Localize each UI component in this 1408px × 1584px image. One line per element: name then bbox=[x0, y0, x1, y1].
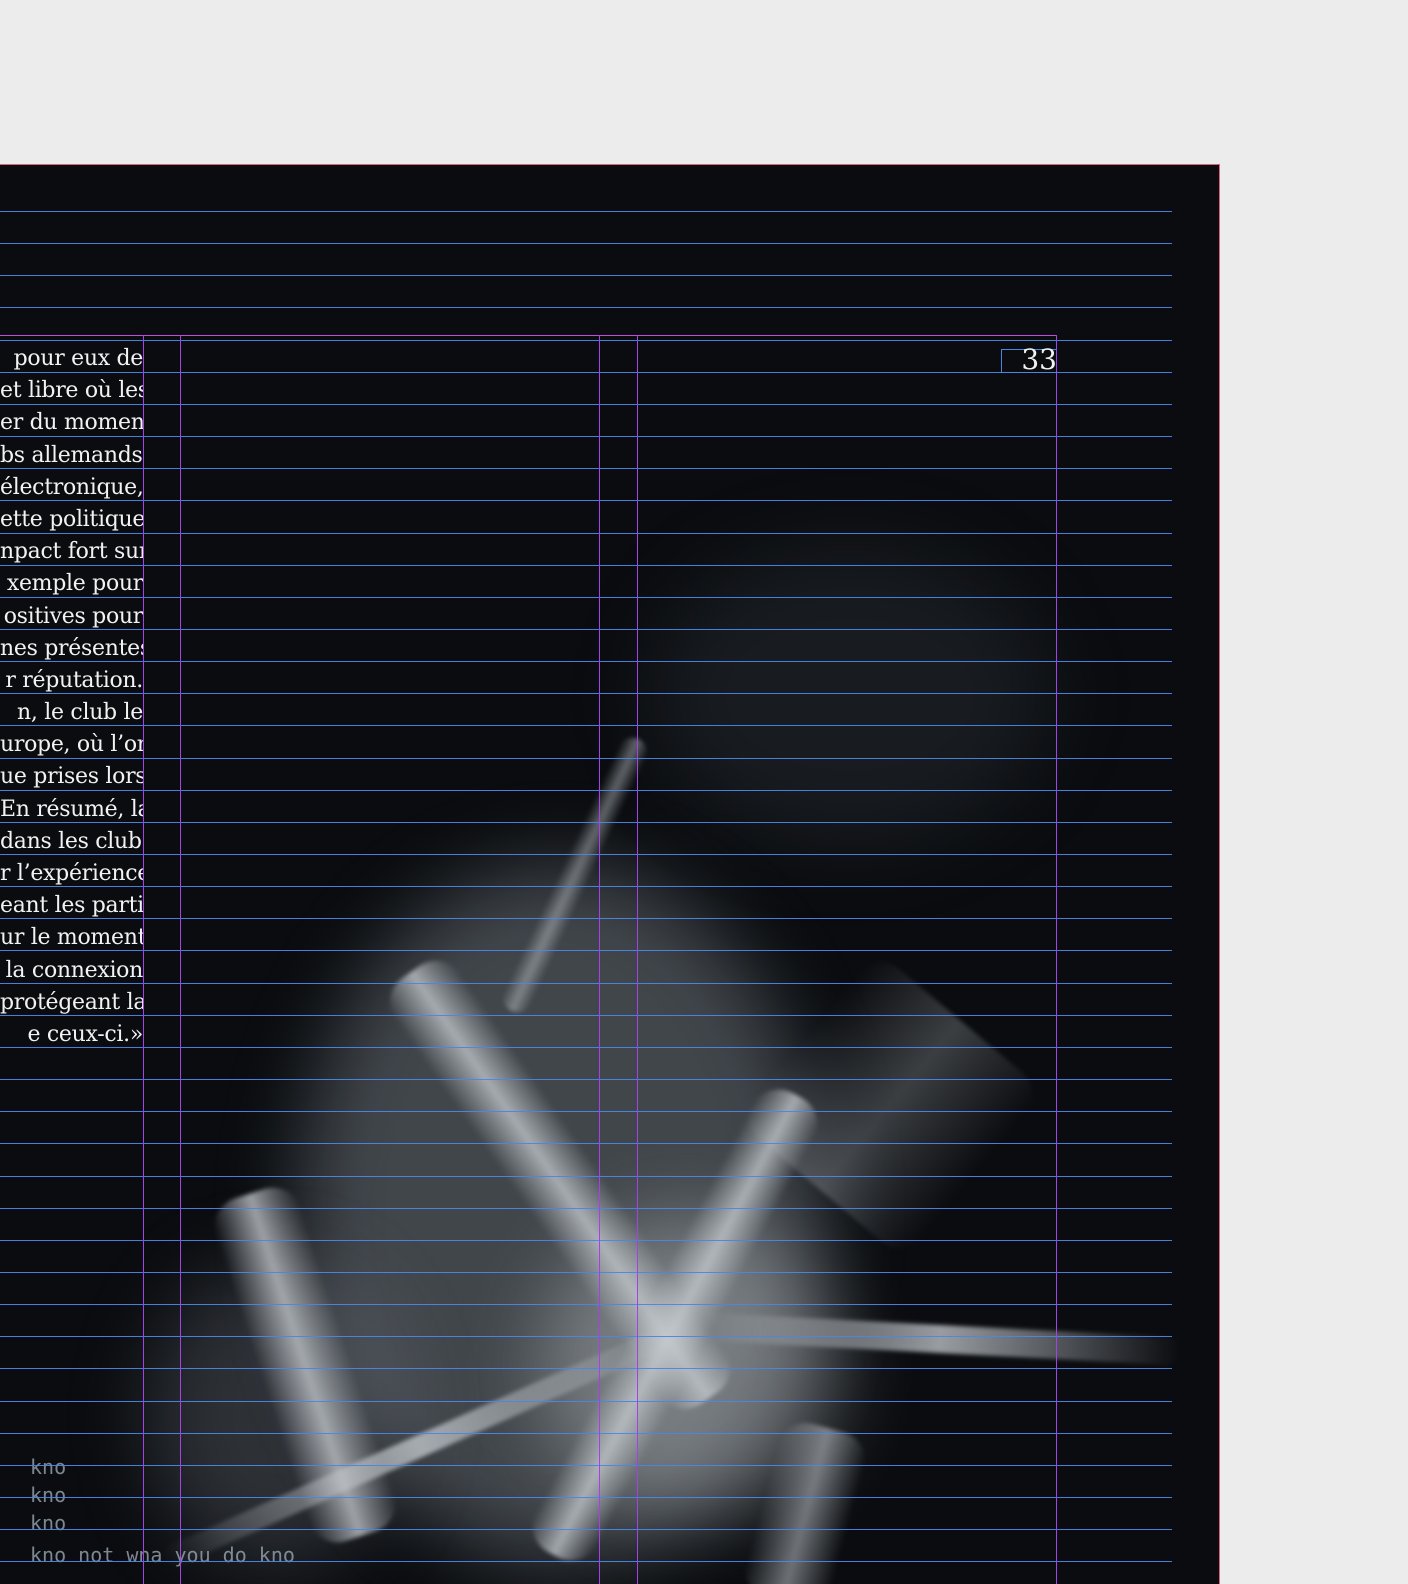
body-text-line: ue prises lors bbox=[0, 764, 143, 790]
baseline-grid-line bbox=[0, 918, 1172, 919]
body-text-line: bs allemands, bbox=[0, 442, 143, 468]
page-number-frame: 33 bbox=[1001, 344, 1057, 376]
baseline-grid-line bbox=[0, 1304, 1172, 1305]
baseline-grid-line bbox=[0, 211, 1172, 212]
baseline-grid-line bbox=[0, 1433, 1172, 1434]
body-text-line: ur le moment bbox=[0, 925, 143, 951]
baseline-grid-line bbox=[0, 275, 1172, 276]
baseline-grid-line bbox=[0, 404, 1172, 405]
baseline-grid-line bbox=[0, 1561, 1172, 1562]
baseline-grid-line bbox=[0, 758, 1172, 759]
baseline-grid-line bbox=[0, 468, 1172, 469]
body-text-line: eant les parti- bbox=[0, 893, 143, 919]
baseline-grid-line bbox=[0, 243, 1172, 244]
body-text-line: protégeant la bbox=[0, 989, 143, 1015]
baseline-grid-line bbox=[0, 1047, 1172, 1048]
baseline-grid-line bbox=[0, 790, 1172, 791]
baseline-grid-line bbox=[0, 1272, 1172, 1273]
baseline-grid-line bbox=[0, 1401, 1172, 1402]
body-text-column: pour eux de et libre où les er du moment bs… bbox=[0, 343, 143, 1051]
baseline-grid-line bbox=[0, 1111, 1172, 1112]
baseline-grid-line bbox=[0, 307, 1172, 308]
body-text-line: n, le club le bbox=[17, 700, 143, 726]
baseline-grid-line bbox=[0, 854, 1172, 855]
baseline-grid-line bbox=[0, 533, 1172, 534]
body-text-line: et libre où les bbox=[0, 378, 143, 404]
baseline-grid-line bbox=[0, 1079, 1172, 1080]
column-guide bbox=[637, 335, 638, 1584]
baseline-grid-line bbox=[0, 500, 1172, 501]
baseline-grid-line bbox=[0, 1240, 1172, 1241]
body-text-line: dans les clubs bbox=[0, 828, 143, 854]
typewriter-fragment: kno bbox=[30, 1511, 67, 1535]
baseline-grid-line bbox=[0, 950, 1172, 951]
baseline-grid-line bbox=[0, 1015, 1172, 1016]
baseline-grid-line bbox=[0, 1176, 1172, 1177]
baseline-grid-line bbox=[0, 983, 1172, 984]
body-text-line: npact fort sur bbox=[0, 539, 143, 565]
body-text-line: pour eux de bbox=[13, 346, 143, 371]
baseline-grid-line bbox=[0, 693, 1172, 694]
baseline-grid-line bbox=[0, 822, 1172, 823]
baseline-grid-line bbox=[0, 1529, 1172, 1530]
baseline-grid-line bbox=[0, 629, 1172, 630]
baseline-grid-line bbox=[0, 1497, 1172, 1498]
body-text-line: r réputation. bbox=[5, 667, 143, 693]
column-guide bbox=[143, 335, 144, 1584]
column-guide bbox=[599, 335, 600, 1584]
layout-canvas: kno kno kno kno not wna you do kno pour … bbox=[0, 0, 1408, 1584]
baseline-grid-line bbox=[0, 1368, 1172, 1369]
baseline-grid-line bbox=[0, 340, 1172, 341]
baseline-grid-line bbox=[0, 1465, 1172, 1466]
body-text-line: ette politique. bbox=[0, 506, 143, 532]
body-text-line: e ceux-ci.» bbox=[27, 1021, 144, 1047]
baseline-grid-line bbox=[0, 565, 1172, 566]
baseline-grid-line bbox=[0, 436, 1172, 437]
baseline-grid-line bbox=[0, 1208, 1172, 1209]
right-margin-guide bbox=[1056, 335, 1057, 1584]
baseline-grid-line bbox=[0, 372, 1172, 373]
body-text-line: urope, où l’on bbox=[0, 732, 143, 758]
body-text-line: nes présentes, bbox=[0, 635, 143, 661]
baseline-grid-line bbox=[0, 725, 1172, 726]
body-text-line: er du moment bbox=[0, 410, 143, 436]
baseline-grid-line bbox=[0, 1336, 1172, 1337]
baseline-grid-line bbox=[0, 661, 1172, 662]
typewriter-fragment: kno not wna you do kno bbox=[30, 1543, 295, 1567]
body-text-line: r l’expérience bbox=[0, 861, 143, 886]
typewriter-fragment: kno bbox=[30, 1483, 67, 1507]
baseline-grid-line bbox=[0, 886, 1172, 887]
photo-image: kno kno kno kno not wna you do kno bbox=[0, 165, 1219, 1584]
baseline-grid-line bbox=[0, 597, 1172, 598]
body-text-line: ositives pour bbox=[3, 603, 143, 629]
column-guide bbox=[180, 335, 181, 1584]
body-text-line: En résumé, la bbox=[0, 796, 143, 822]
baseline-grid-line bbox=[0, 1143, 1172, 1144]
body-text-line: électronique, bbox=[0, 474, 143, 500]
top-margin-guide bbox=[0, 335, 1057, 336]
typewriter-fragment: kno bbox=[30, 1455, 67, 1479]
body-text-line: xemple pour bbox=[6, 571, 143, 597]
page-number: 33 bbox=[1021, 343, 1057, 376]
page-spread: kno kno kno kno not wna you do kno pour … bbox=[0, 164, 1220, 1584]
body-text-line: la connexion bbox=[5, 957, 143, 983]
